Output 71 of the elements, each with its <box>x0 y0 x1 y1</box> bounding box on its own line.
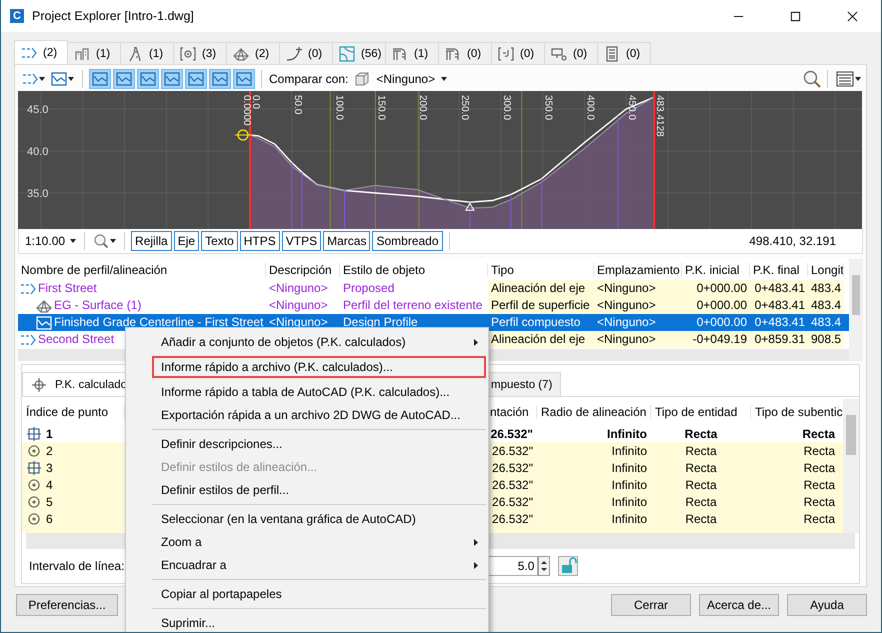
end-station-cell: 0+859.31 <box>750 331 808 348</box>
description-cell: <Ninguno> <box>269 315 328 329</box>
point-index: 2 <box>46 444 53 458</box>
subentity-type-cell-text: Recta <box>801 426 836 440</box>
axis-label: 40.0 <box>27 146 48 158</box>
orientation-cell-text: 26.532" <box>491 444 534 458</box>
style-cell: Design Profile <box>343 315 418 329</box>
end-station-cell: 0+483.41 <box>750 280 808 297</box>
axis-label: 200.0 <box>417 95 428 120</box>
entity-type-cell-text: Recta <box>684 478 718 492</box>
orientation-cell-text: 26.532" <box>491 494 534 508</box>
start-station-cell: 0+000.00 <box>682 297 750 314</box>
location-cell: <Ninguno> <box>594 280 682 297</box>
compare-label: Comparar con: <box>269 72 348 86</box>
axis-label: 150.0 <box>375 95 386 120</box>
radius-cell-text: Infinito <box>610 478 648 492</box>
station-label: 483.4128 <box>654 95 666 137</box>
point-index: 3 <box>46 460 53 474</box>
radius-cell-text: Infinito <box>610 444 648 458</box>
style-cell: Proposed <box>343 281 394 295</box>
style-cell: Perfil del terreno existente <box>343 298 482 312</box>
station-label: 0.0000 <box>241 95 252 126</box>
point-index: 6 <box>46 512 53 526</box>
entity-type-cell-text: Recta <box>684 444 718 458</box>
orientation-cell-text: 26.532" <box>491 478 534 492</box>
orientation-cell-text: 26.532" <box>491 460 534 474</box>
orientation-cell-text: 26.532" <box>491 512 534 526</box>
type-cell: Alineación del eje <box>488 280 594 297</box>
axis-label: 250.0 <box>459 95 470 120</box>
axis-label: 100.0 <box>334 95 345 120</box>
subentity-type-cell-text: Recta <box>802 512 836 526</box>
axis-label: 300.0 <box>500 95 512 120</box>
axis-label: 45.0 <box>27 104 48 116</box>
description-cell: <Ninguno> <box>269 281 328 295</box>
entity-type-cell-text: Recta <box>684 512 718 526</box>
axis-label: 50.0 <box>292 95 303 114</box>
type-cell: Alineación del eje <box>488 331 594 348</box>
entity-type-cell-text: Recta <box>684 460 718 474</box>
point-index: 5 <box>46 494 53 508</box>
length-cell: 908.5 <box>808 331 844 348</box>
length-cell: 483.4 <box>808 280 844 297</box>
subentity-type-cell-text: Recta <box>802 444 836 458</box>
interval-label: Intervalo de línea: <box>29 559 124 573</box>
window-title: Project Explorer [Intro-1.dwg] <box>32 9 194 23</box>
subentity-type-cell-text: Recta <box>802 460 836 474</box>
axis-label: 450.0 <box>626 95 638 120</box>
description-cell: <Ninguno> <box>269 298 328 312</box>
point-index: 4 <box>46 478 53 492</box>
location-cell: <Ninguno> <box>594 297 682 314</box>
axis-label: 400.0 <box>584 95 596 120</box>
point-index: 1 <box>46 426 53 440</box>
type-cell: Perfil de superficie <box>488 297 594 314</box>
radius-cell-text: Infinito <box>606 426 648 440</box>
axis-label: 350.0 <box>542 95 554 120</box>
app-logo: C <box>10 9 24 23</box>
location-cell: <Ninguno> <box>594 331 682 348</box>
radius-cell-text: Infinito <box>610 460 648 474</box>
entity-type-cell-text: Recta <box>684 494 718 508</box>
orientation-cell-text: 26.532" <box>490 426 534 440</box>
axis-label: 35.0 <box>27 188 48 200</box>
subentity-type-cell-text: Recta <box>802 494 836 508</box>
radius-cell-text: Infinito <box>610 494 648 508</box>
end-station-cell: 0+483.41 <box>750 297 808 314</box>
axis-label: 0.0 <box>250 95 261 109</box>
radius-cell-text: Infinito <box>610 512 648 526</box>
start-station-cell: -0+049.19 <box>682 331 750 348</box>
entity-type-cell-text: Recta <box>684 426 718 440</box>
subentity-type-cell-text: Recta <box>802 478 836 492</box>
length-cell: 483.4 <box>808 297 844 314</box>
start-station-cell: 0+000.00 <box>682 280 750 297</box>
cursor-coordinates: 498.410, 32.191 <box>749 234 836 248</box>
